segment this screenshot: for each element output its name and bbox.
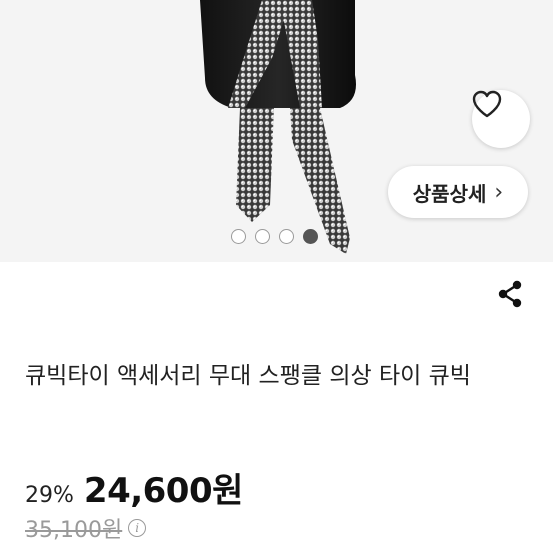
product-photo <box>200 0 356 254</box>
price-row: 29% 24,600원 <box>25 463 243 512</box>
discount-rate: 29% <box>25 483 74 508</box>
pagination-dot[interactable] <box>255 229 270 244</box>
chevron-right-icon: › <box>494 179 504 205</box>
info-icon[interactable]: i <box>128 519 147 537</box>
heart-icon <box>472 90 502 118</box>
product-image[interactable]: 상품상세 › <box>0 0 553 262</box>
share-icon <box>498 280 522 308</box>
product-detail-button[interactable]: 상품상세 › <box>388 166 528 218</box>
sale-price: 24,600원 <box>83 471 243 511</box>
original-price: 35,100원 <box>25 518 123 543</box>
product-detail-label: 상품상세 <box>412 181 487 206</box>
share-button[interactable] <box>492 276 528 312</box>
pagination-dot[interactable] <box>231 229 246 244</box>
wishlist-button[interactable] <box>472 90 530 148</box>
product-title: 큐빅타이 액세서리 무대 스팽클 의상 타이 큐빅 <box>25 363 471 389</box>
pagination-dot[interactable] <box>279 229 294 244</box>
pagination-dot-active[interactable] <box>303 229 318 244</box>
image-pagination <box>231 229 318 244</box>
original-price-row: 35,100원 i <box>25 512 147 544</box>
